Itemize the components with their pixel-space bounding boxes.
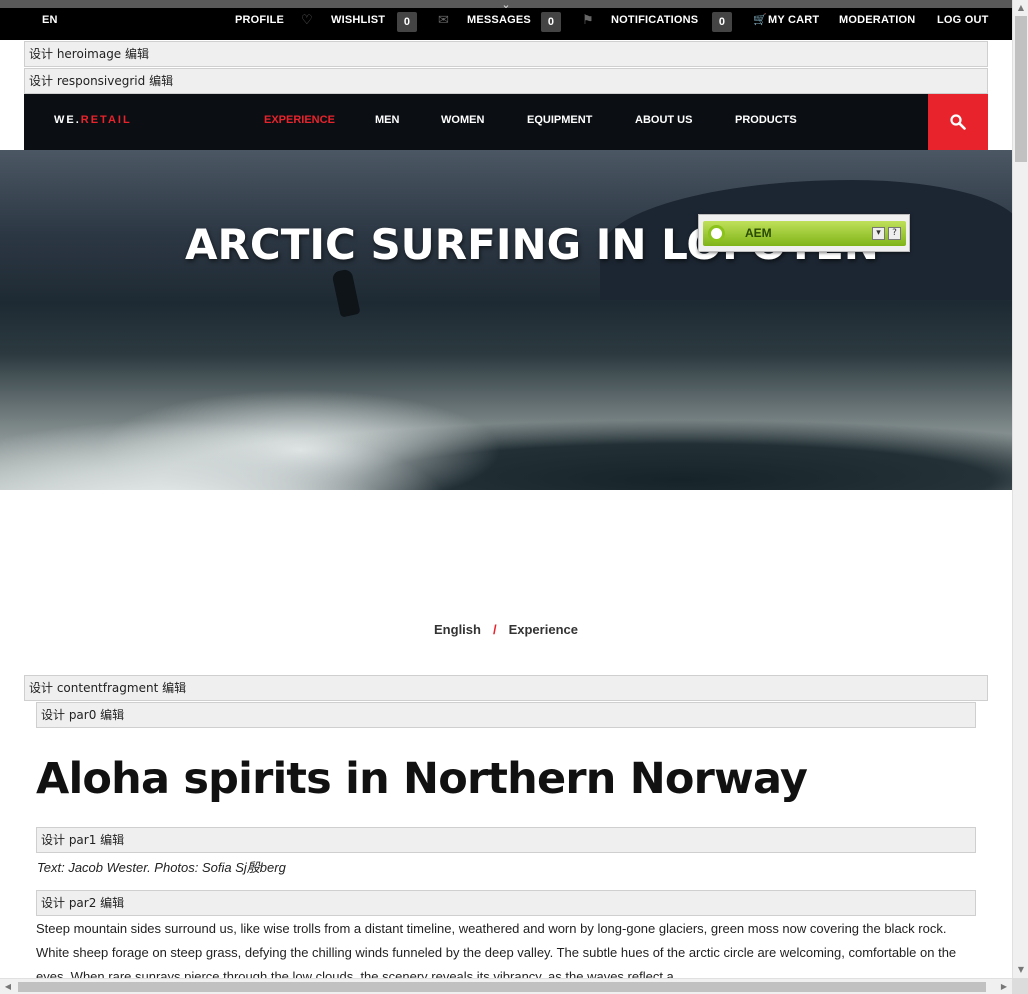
nav-item-equipment[interactable]: EQUIPMENT bbox=[527, 94, 592, 146]
user-bar: EN PROFILE ♡ WISHLIST 0 ✉ MESSAGES 0 ⚑ N… bbox=[0, 8, 1012, 40]
horizontal-scroll-thumb[interactable] bbox=[18, 982, 986, 992]
hero-image: ARCTIC SURFING IN LOFOTEN bbox=[0, 150, 1012, 490]
messages-count-badge: 0 bbox=[541, 12, 561, 32]
horizontal-scrollbar[interactable]: ◀ ▶ bbox=[0, 978, 1012, 994]
nav-item-men[interactable]: MEN bbox=[375, 94, 399, 146]
heroimage-edit-bar[interactable]: 设计 heroimage 编辑 bbox=[24, 41, 988, 67]
scroll-up-icon[interactable]: ▲ bbox=[1013, 0, 1028, 16]
nav-item-women[interactable]: WOMEN bbox=[441, 94, 484, 146]
par0-edit-bar[interactable]: 设计 par0 编辑 bbox=[36, 702, 976, 728]
search-button[interactable] bbox=[928, 94, 988, 150]
help-icon[interactable]: ? bbox=[888, 227, 901, 240]
wishlist-count-badge: 0 bbox=[397, 12, 417, 32]
logout-link[interactable]: LOG OUT bbox=[937, 8, 989, 40]
nav-item-experience[interactable]: EXPERIENCE bbox=[264, 94, 335, 146]
scrollbar-corner bbox=[1012, 978, 1028, 994]
main-nav: WE.RETAIL EXPERIENCE MEN WOMEN EQUIPMENT… bbox=[24, 94, 988, 150]
scroll-right-icon[interactable]: ▶ bbox=[996, 979, 1012, 994]
messages-link[interactable]: MESSAGES bbox=[467, 8, 531, 40]
breadcrumb-separator: / bbox=[492, 622, 497, 637]
aem-logo-icon bbox=[708, 225, 725, 242]
heart-icon: ♡ bbox=[301, 12, 313, 27]
breadcrumb: English / Experience bbox=[0, 622, 1012, 637]
brand-logo[interactable]: WE.RETAIL bbox=[54, 94, 132, 146]
flag-icon: ⚑ bbox=[582, 12, 594, 27]
dropdown-arrow-icon[interactable]: ▾ bbox=[872, 227, 885, 240]
breadcrumb-english[interactable]: English bbox=[434, 622, 481, 637]
scroll-down-icon[interactable]: ▼ bbox=[1013, 962, 1028, 978]
page: ⌄ EN PROFILE ♡ WISHLIST 0 ✉ MESSAGES 0 ⚑… bbox=[0, 0, 1028, 994]
notifications-link[interactable]: NOTIFICATIONS bbox=[611, 8, 698, 40]
contentfragment-edit-bar[interactable]: 设计 contentfragment 编辑 bbox=[24, 675, 988, 701]
brand-we: WE. bbox=[54, 114, 81, 126]
surfer-figure bbox=[331, 268, 361, 318]
responsivegrid-edit-bar[interactable]: 设计 responsivegrid 编辑 bbox=[24, 68, 988, 94]
nav-item-products[interactable]: PRODUCTS bbox=[735, 94, 797, 146]
aem-sidekick-widget[interactable]: AEM ▾ ? bbox=[698, 214, 910, 252]
moderation-link[interactable]: MODERATION bbox=[839, 8, 915, 40]
nav-item-about-us[interactable]: ABOUT US bbox=[635, 94, 692, 146]
par2-edit-bar[interactable]: 设计 par2 编辑 bbox=[36, 890, 976, 916]
wishlist-link[interactable]: WISHLIST bbox=[331, 8, 385, 40]
vertical-scroll-thumb[interactable] bbox=[1015, 16, 1027, 162]
search-icon bbox=[950, 114, 966, 130]
language-selector[interactable]: EN bbox=[42, 8, 58, 40]
my-cart-link[interactable]: MY CART bbox=[768, 8, 819, 40]
profile-link[interactable]: PROFILE bbox=[235, 8, 284, 40]
article-title: Aloha spirits in Northern Norway bbox=[36, 754, 808, 804]
aem-label: AEM bbox=[745, 226, 772, 240]
breadcrumb-experience[interactable]: Experience bbox=[509, 622, 578, 637]
par1-edit-bar[interactable]: 设计 par1 编辑 bbox=[36, 827, 976, 853]
article-byline: Text: Jacob Wester. Photos: Sofia Sj殷ber… bbox=[37, 860, 286, 875]
scroll-left-icon[interactable]: ◀ bbox=[0, 979, 16, 994]
brand-retail: RETAIL bbox=[80, 114, 132, 126]
notifications-count-badge: 0 bbox=[712, 12, 732, 32]
vertical-scrollbar[interactable]: ▲ ▼ bbox=[1012, 0, 1028, 978]
aem-bar: AEM ▾ ? bbox=[703, 221, 906, 246]
cart-icon: 🛒 bbox=[753, 14, 767, 26]
envelope-icon: ✉ bbox=[438, 12, 450, 27]
